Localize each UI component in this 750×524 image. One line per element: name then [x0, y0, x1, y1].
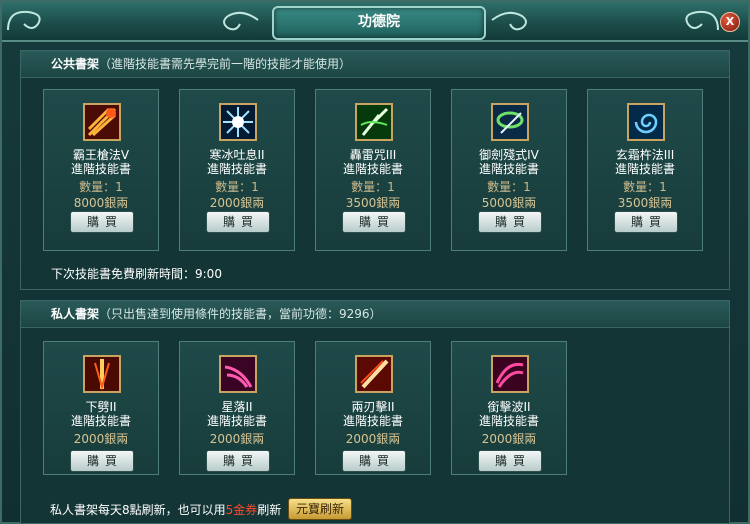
- wave-strike-icon: [493, 357, 527, 391]
- skill-quantity: 數量：1: [79, 180, 123, 194]
- skill-price: 8000銀兩: [73, 196, 129, 210]
- refresh-notice-text: 私人書架每天8點刷新，也可以用: [50, 503, 226, 517]
- skill-price: 2000銀兩: [209, 196, 265, 210]
- ingot-refresh-button[interactable]: 元寶刷新: [288, 498, 352, 520]
- public-shelf-title: 公共書架: [51, 57, 100, 71]
- skill-name: 兩刃擊II: [351, 400, 395, 414]
- buy-button[interactable]: 購買: [478, 211, 542, 233]
- skill-book-type: 進階技能書: [206, 414, 267, 428]
- window-title: 功德院: [272, 6, 486, 40]
- public-shelf-header: 公共書架（進階技能書需先學完前一階的技能才能使用）: [21, 51, 729, 78]
- skill-book-type: 進階技能書: [478, 162, 539, 176]
- close-button[interactable]: X: [720, 12, 740, 32]
- gold-ticket-cost: 5金券: [225, 503, 258, 517]
- skill-price: 3500銀兩: [345, 196, 401, 210]
- skill-price: 2000銀兩: [481, 432, 537, 446]
- spear-burst-icon: [85, 105, 119, 139]
- skill-book-type: 進階技能書: [342, 414, 403, 428]
- skill-name: 銜擊波II: [487, 400, 531, 414]
- title-bar: 功德院 X: [2, 2, 748, 42]
- ornament-right-icon: [685, 10, 719, 31]
- skill-name: 寒冰吐息II: [209, 148, 265, 162]
- skill-book-card: 玄霜杵法III 進階技能書 數量：1 3500銀兩 購買: [587, 89, 703, 251]
- ornament-title-right-icon: [491, 11, 527, 31]
- buy-button[interactable]: 購買: [206, 450, 270, 472]
- private-shelf-note: （只出售達到使用條件的技能書，當前功德：9296）: [99, 307, 382, 321]
- refresh-notice: 私人書架每天8點刷新，也可以用5金券刷新: [50, 501, 281, 518]
- twin-blade-icon: [357, 357, 391, 391]
- skill-icon-frame[interactable]: [491, 103, 529, 141]
- flying-sword-icon: [493, 105, 527, 139]
- skill-name: 轟雷咒III: [349, 148, 397, 162]
- private-shelf-panel: 私人書架（只出售達到使用條件的技能書，當前功德：9296） 下劈II 進階技能書…: [20, 300, 730, 524]
- skill-book-type: 進階技能書: [206, 162, 267, 176]
- skill-price: 3500銀兩: [617, 196, 673, 210]
- skill-quantity: 數量：1: [623, 180, 667, 194]
- buy-button[interactable]: 購買: [342, 450, 406, 472]
- skill-price: 2000銀兩: [345, 432, 401, 446]
- buy-button[interactable]: 購買: [206, 211, 270, 233]
- thunder-spell-icon: [357, 105, 391, 139]
- skill-icon-frame[interactable]: [355, 355, 393, 393]
- skill-book-card: 銜擊波II 進階技能書 2000銀兩 購買: [451, 341, 567, 475]
- skill-book-card: 御劍殘式IV 進階技能書 數量：1 5000銀兩 購買: [451, 89, 567, 251]
- skill-book-type: 進階技能書: [614, 162, 675, 176]
- ice-burst-icon: [221, 105, 255, 139]
- buy-button[interactable]: 購買: [478, 450, 542, 472]
- skill-book-card: 寒冰吐息II 進階技能書 數量：1 2000銀兩 購買: [179, 89, 295, 251]
- skill-icon-frame[interactable]: [83, 355, 121, 393]
- skill-price: 2000銀兩: [209, 432, 265, 446]
- skill-icon-frame[interactable]: [219, 103, 257, 141]
- skill-icon-frame[interactable]: [355, 103, 393, 141]
- skill-name: 玄霜杵法III: [615, 148, 675, 162]
- skill-book-card: 霸王槍法V 進階技能書 數量：1 8000銀兩 購買: [43, 89, 159, 251]
- free-refresh-time: 下次技能書免費刷新時間：9:00: [51, 267, 222, 281]
- skill-icon-frame[interactable]: [491, 355, 529, 393]
- private-shelf-header: 私人書架（只出售達到使用條件的技能書，當前功德：9296）: [21, 301, 729, 328]
- public-shelf-panel: 公共書架（進階技能書需先學完前一階的技能才能使用） 霸王槍法V 進階技能書 數量…: [20, 50, 730, 290]
- merit-hall-window: 功德院 X 公共書架（進階技能書需先學完前一階的技能才能使用） 霸王槍法V 進階…: [0, 0, 750, 524]
- skill-book-type: 進階技能書: [478, 414, 539, 428]
- down-slash-icon: [85, 357, 119, 391]
- skill-icon-frame[interactable]: [83, 103, 121, 141]
- skill-quantity: 數量：1: [215, 180, 259, 194]
- buy-button[interactable]: 購買: [614, 211, 678, 233]
- star-fall-icon: [221, 357, 255, 391]
- skill-price: 2000銀兩: [73, 432, 129, 446]
- skill-book-type: 進階技能書: [70, 414, 131, 428]
- skill-name: 星落II: [221, 400, 253, 414]
- private-shelf-title: 私人書架: [51, 307, 100, 321]
- buy-button[interactable]: 購買: [70, 211, 134, 233]
- skill-quantity: 數量：1: [487, 180, 531, 194]
- skill-name: 下劈II: [85, 400, 117, 414]
- frost-swirl-icon: [629, 105, 663, 139]
- ornament-title-left-icon: [223, 11, 259, 31]
- skill-book-card: 星落II 進階技能書 2000銀兩 購買: [179, 341, 295, 475]
- skill-name: 霸王槍法V: [72, 148, 130, 162]
- refresh-notice-suffix: 刷新: [257, 503, 282, 517]
- skill-book-type: 進階技能書: [70, 162, 131, 176]
- skill-icon-frame[interactable]: [627, 103, 665, 141]
- skill-book-card: 兩刃擊II 進階技能書 2000銀兩 購買: [315, 341, 431, 475]
- skill-book-card: 下劈II 進階技能書 2000銀兩 購買: [43, 341, 159, 475]
- skill-price: 5000銀兩: [481, 196, 537, 210]
- skill-name: 御劍殘式IV: [479, 148, 539, 162]
- skill-icon-frame[interactable]: [219, 355, 257, 393]
- public-shelf-note: （進階技能書需先學完前一階的技能才能使用）: [99, 57, 352, 71]
- buy-button[interactable]: 購買: [342, 211, 406, 233]
- skill-quantity: 數量：1: [351, 180, 395, 194]
- buy-button[interactable]: 購買: [70, 450, 134, 472]
- ornament-left-icon: [7, 10, 41, 31]
- skill-book-type: 進階技能書: [342, 162, 403, 176]
- skill-book-card: 轟雷咒III 進階技能書 數量：1 3500銀兩 購買: [315, 89, 431, 251]
